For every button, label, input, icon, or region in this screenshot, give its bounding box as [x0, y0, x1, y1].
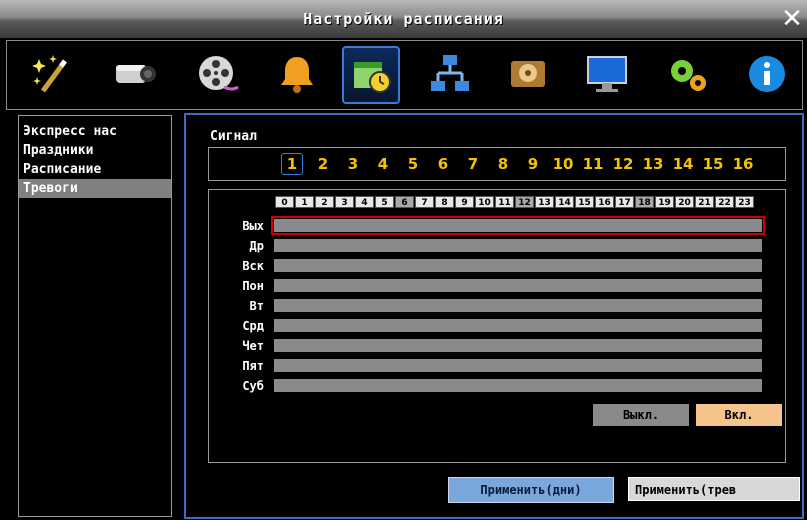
on-button[interactable]: Вкл. [696, 404, 782, 426]
channel-12[interactable]: 12 [612, 153, 634, 175]
window-title: Настройки расписания [303, 10, 504, 28]
hour-label: 22 [715, 196, 734, 208]
day-row: Др [209, 238, 785, 254]
day-schedule-bar[interactable] [274, 359, 762, 372]
bell-icon[interactable] [272, 49, 322, 99]
day-row: Пон [209, 278, 785, 294]
hour-label: 16 [595, 196, 614, 208]
schedule-panel: Сигнал 1 2 3 4 5 6 7 8 9 10 11 12 13 14 … [184, 113, 804, 519]
hour-label: 9 [455, 196, 474, 208]
channel-1[interactable]: 1 [281, 153, 303, 175]
hour-label: 7 [415, 196, 434, 208]
hour-label: 13 [535, 196, 554, 208]
day-schedule-bar[interactable] [274, 299, 762, 312]
category-toolbar [6, 40, 803, 110]
day-label: Вых [242, 219, 264, 233]
day-schedule-bar[interactable] [274, 319, 762, 332]
channel-7[interactable]: 7 [462, 153, 484, 175]
hour-label: 14 [555, 196, 574, 208]
hour-label: 11 [495, 196, 514, 208]
hour-label: 15 [575, 196, 594, 208]
hour-label: 2 [315, 196, 334, 208]
channel-selector: 1 2 3 4 5 6 7 8 9 10 11 12 13 14 15 16 [208, 147, 786, 181]
hour-label: 19 [655, 196, 674, 208]
sidebar-menu: Экспресс нас Праздники Расписание Тревог… [18, 115, 172, 517]
day-label: Др [249, 239, 264, 253]
film-reel-icon[interactable] [192, 49, 242, 99]
day-label: Суб [242, 379, 264, 393]
day-schedule-bar[interactable] [271, 216, 765, 235]
info-icon[interactable] [742, 49, 792, 99]
day-label: Пят [242, 359, 264, 373]
hour-header: 0 1 2 3 4 5 6 7 8 9 10 11 12 13 14 15 16… [275, 196, 763, 208]
hour-label: 23 [735, 196, 754, 208]
calendar-clock-icon[interactable] [342, 46, 400, 104]
channel-8[interactable]: 8 [492, 153, 514, 175]
monitor-icon[interactable] [582, 49, 632, 99]
hour-label: 18 [635, 196, 654, 208]
hour-label: 5 [375, 196, 394, 208]
sidebar-item-holidays[interactable]: Праздники [19, 141, 171, 160]
day-label: Вск [242, 259, 264, 273]
sidebar-item-express[interactable]: Экспресс нас [19, 122, 171, 141]
day-schedule-bar[interactable] [274, 379, 762, 392]
channel-15[interactable]: 15 [702, 153, 724, 175]
channel-2[interactable]: 2 [312, 153, 334, 175]
day-row: Чет [209, 338, 785, 354]
channel-9[interactable]: 9 [522, 153, 544, 175]
apply-alarms-button[interactable]: Применить(трев [628, 477, 800, 501]
day-row: Срд [209, 318, 785, 334]
day-schedule-bar[interactable] [274, 259, 762, 272]
day-schedule-bar[interactable] [274, 239, 762, 252]
hour-label: 6 [395, 196, 414, 208]
signal-label: Сигнал [210, 129, 257, 144]
day-row: Вт [209, 298, 785, 314]
channel-5[interactable]: 5 [402, 153, 424, 175]
day-label: Вт [249, 299, 264, 313]
schedule-grid: 0 1 2 3 4 5 6 7 8 9 10 11 12 13 14 15 16… [208, 189, 786, 463]
sidebar-item-alarms[interactable]: Тревоги [19, 179, 171, 198]
channel-10[interactable]: 10 [552, 153, 574, 175]
hour-label: 17 [615, 196, 634, 208]
close-icon[interactable]: ✕ [779, 6, 805, 32]
network-icon[interactable] [425, 49, 475, 99]
day-row: Вск [209, 258, 785, 274]
day-label: Срд [242, 319, 264, 333]
hour-label: 10 [475, 196, 494, 208]
channel-4[interactable]: 4 [372, 153, 394, 175]
hour-label: 12 [515, 196, 534, 208]
hour-label: 1 [295, 196, 314, 208]
day-row: Пят [209, 358, 785, 374]
day-label: Пон [242, 279, 264, 293]
hour-label: 21 [695, 196, 714, 208]
sidebar-item-schedule[interactable]: Расписание [19, 160, 171, 179]
apply-days-button[interactable]: Применить(дни) [448, 477, 614, 503]
hour-label: 4 [355, 196, 374, 208]
day-schedule-bar[interactable] [274, 339, 762, 352]
magic-wand-icon[interactable] [27, 49, 77, 99]
title-bar: Настройки расписания ✕ [0, 0, 807, 38]
hour-label: 3 [335, 196, 354, 208]
hour-label: 0 [275, 196, 294, 208]
day-label: Чет [242, 339, 264, 353]
channel-14[interactable]: 14 [672, 153, 694, 175]
channel-3[interactable]: 3 [342, 153, 364, 175]
day-schedule-bar[interactable] [274, 279, 762, 292]
channel-6[interactable]: 6 [432, 153, 454, 175]
day-row: Вых [209, 216, 785, 235]
gears-icon[interactable] [663, 49, 713, 99]
camera-icon[interactable] [110, 49, 160, 99]
hard-drive-icon[interactable] [503, 49, 553, 99]
hour-label: 8 [435, 196, 454, 208]
channel-13[interactable]: 13 [642, 153, 664, 175]
day-row: Суб [209, 378, 785, 394]
hour-label: 20 [675, 196, 694, 208]
channel-11[interactable]: 11 [582, 153, 604, 175]
off-button[interactable]: Выкл. [593, 404, 689, 426]
channel-16[interactable]: 16 [732, 153, 754, 175]
